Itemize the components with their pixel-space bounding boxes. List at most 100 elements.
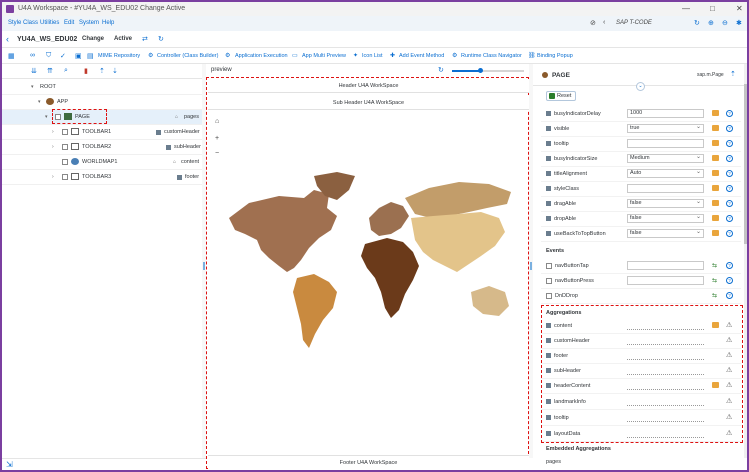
collapse-all-icon[interactable]: ⇈ [47, 67, 53, 75]
binding-icon[interactable]: ⛓ [528, 52, 536, 59]
map-home-icon[interactable]: ⌂ [215, 118, 219, 125]
tree-row-toolbar1[interactable]: › TOOLBAR1 customHeader [2, 125, 204, 140]
settings-icon[interactable]: ✱ [736, 19, 742, 27]
help-icon[interactable]: ? [726, 277, 733, 284]
tree-row-app[interactable]: ▾ APP [2, 95, 204, 110]
logout-icon[interactable]: ⇲ [6, 460, 13, 469]
map-zoom-in-icon[interactable]: + [215, 135, 219, 142]
help-icon[interactable]: ? [726, 140, 733, 147]
property-select[interactable]: false [627, 214, 704, 223]
tree-checkbox[interactable] [62, 159, 68, 165]
icon-list-icon[interactable]: ✦ [353, 52, 358, 59]
reset-button[interactable]: Reset [546, 91, 576, 101]
delete-icon[interactable]: ▮ [84, 67, 88, 75]
europe-shape[interactable] [369, 202, 409, 236]
expand-arrow-icon[interactable]: › [52, 174, 54, 180]
sync-icon[interactable]: ↻ [158, 35, 164, 43]
zoom-icon[interactable]: ⊕ [708, 19, 714, 27]
add-event-method-button[interactable]: Add Event Method [399, 53, 444, 59]
down-icon[interactable]: ⇣ [112, 67, 118, 75]
help-icon[interactable]: ? [726, 200, 733, 207]
mime-repository-button[interactable]: MIME Repository [98, 53, 140, 59]
controller-button[interactable]: Controller (Class Builder) [157, 53, 218, 59]
event-link-icon[interactable]: ⇆ [712, 262, 717, 269]
up-icon[interactable]: ⇡ [99, 67, 105, 75]
north-america-shape[interactable] [229, 190, 337, 272]
tree-row-root[interactable]: ▾ ROOT [2, 80, 204, 95]
australia-shape[interactable] [471, 286, 509, 316]
south-america-shape[interactable] [293, 274, 337, 348]
refresh-icon[interactable]: ↻ [438, 66, 444, 74]
search-icon[interactable]: ⌕ [64, 67, 68, 75]
chevron-left-icon[interactable]: ‹ [603, 19, 605, 26]
event-handler-select[interactable] [627, 261, 704, 270]
property-select[interactable]: true [627, 124, 704, 133]
application-execution-button[interactable]: Application Execution [235, 53, 288, 59]
link-icon[interactable]: ∞ [30, 52, 35, 59]
zoom-slider-knob[interactable] [478, 68, 484, 73]
help-icon[interactable]: ? [726, 125, 733, 132]
menu-utilities[interactable]: Utilities [40, 20, 59, 26]
menu-system[interactable]: System [79, 20, 99, 26]
binding-icon[interactable] [712, 125, 719, 131]
refresh-icon[interactable]: ↻ [694, 19, 700, 27]
property-input[interactable]: 1000 [627, 109, 704, 118]
check-icon[interactable]: ✓ [60, 52, 66, 60]
help-icon[interactable]: ? [726, 262, 733, 269]
property-select[interactable]: false [627, 199, 704, 208]
property-select[interactable]: false [627, 229, 704, 238]
runtime-class-navigator-button[interactable]: Runtime Class Navigator [461, 53, 522, 59]
property-select[interactable]: Medium [627, 154, 704, 163]
shield-icon[interactable]: ⛉ [46, 52, 51, 60]
help-icon[interactable]: ? [726, 185, 733, 192]
binding-popup-button[interactable]: Binding Popup [537, 53, 573, 59]
tree-row-toolbar2[interactable]: › TOOLBAR2 subHeader [2, 140, 204, 155]
binding-icon[interactable] [712, 215, 719, 221]
multi-preview-icon[interactable]: ▭ [292, 52, 298, 59]
icon-list-button[interactable]: Icon List [362, 53, 382, 59]
event-link-icon[interactable]: ⇆ [712, 292, 717, 299]
expand-arrow-icon[interactable]: ▾ [31, 84, 34, 90]
menu-style-class[interactable]: Style Class [8, 20, 38, 26]
binding-icon[interactable] [712, 140, 719, 146]
binding-icon[interactable] [712, 110, 719, 116]
switch-icon[interactable]: ⇄ [142, 35, 148, 43]
app-multi-preview-button[interactable]: App Multi Preview [302, 53, 346, 59]
event-link-icon[interactable]: ⇆ [712, 277, 717, 284]
mime-icon[interactable]: ▤ [87, 52, 94, 60]
binding-icon[interactable] [712, 170, 719, 176]
world-map[interactable] [219, 168, 519, 353]
back-button[interactable]: ‹ [6, 34, 9, 44]
expand-arrow-icon[interactable]: › [52, 144, 54, 150]
execute-icon[interactable]: ⚙ [225, 52, 230, 59]
africa-shape[interactable] [361, 238, 419, 318]
russia-shape[interactable] [405, 182, 511, 218]
collapse-toggle[interactable]: ⌄ [636, 82, 645, 91]
controller-icon[interactable]: ⚙ [148, 52, 153, 59]
binding-icon[interactable] [712, 155, 719, 161]
event-handler-select[interactable] [627, 276, 704, 285]
tree-row-toolbar3[interactable]: › TOOLBAR3 footer [2, 170, 204, 185]
event-checkbox[interactable] [546, 278, 552, 284]
property-input[interactable] [627, 139, 704, 148]
splitter-grip[interactable] [530, 262, 532, 270]
asia-shape[interactable] [411, 212, 505, 272]
tree-checkbox[interactable] [62, 129, 68, 135]
minimize-button[interactable]: — [682, 4, 690, 13]
binding-icon[interactable] [712, 200, 719, 206]
eye-slash-icon[interactable]: ⊘ [590, 19, 596, 27]
expand-arrow-icon[interactable]: ▾ [45, 114, 48, 120]
help-icon[interactable]: ? [726, 110, 733, 117]
map-zoom-out-icon[interactable]: − [215, 150, 219, 157]
help-icon[interactable]: ? [726, 292, 733, 299]
scrollbar-thumb[interactable] [744, 84, 747, 244]
zoom-slider[interactable] [452, 68, 524, 73]
help-icon[interactable]: ? [726, 215, 733, 222]
event-checkbox[interactable] [546, 293, 552, 299]
property-input[interactable] [627, 184, 704, 193]
navigator-icon[interactable]: ⚙ [452, 52, 457, 59]
binding-icon[interactable] [712, 230, 719, 236]
save-icon[interactable]: ▣ [75, 52, 82, 60]
help-icon[interactable]: ? [726, 155, 733, 162]
menu-edit[interactable]: Edit [64, 20, 74, 26]
